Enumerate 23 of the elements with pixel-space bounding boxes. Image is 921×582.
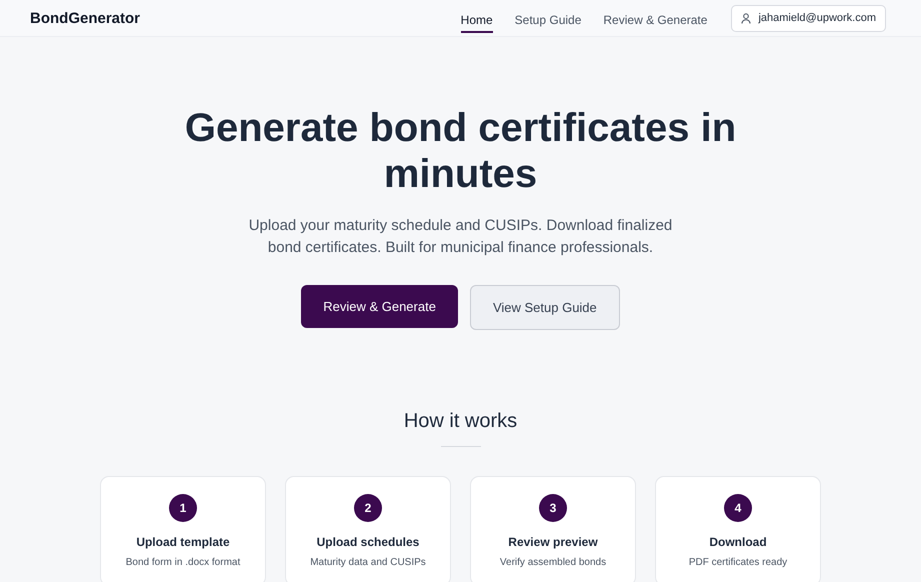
user-icon [741, 12, 752, 24]
step-title: Upload template [136, 535, 230, 549]
nav-link[interactable]: Review & Generate [603, 9, 708, 33]
step-description: Maturity data and CUSIPs [310, 557, 426, 568]
user-button[interactable]: jahamield@upwork.com [731, 4, 886, 32]
nav-link[interactable]: Setup Guide [514, 9, 582, 33]
review-generate-button[interactable]: Review & Generate [301, 285, 458, 328]
step-title: Download [709, 535, 767, 549]
step-title: Review preview [508, 535, 598, 549]
step-number: 4 [724, 494, 752, 522]
section-title: How it works [404, 410, 518, 433]
hero-subtitle: Upload your maturity schedule and CUSIPs. Download finalized bond certificates. Built for municipal finance professionals. [248, 216, 674, 258]
hero-title: Generate bond certificates in minutes [184, 105, 738, 197]
step-number: 2 [354, 494, 382, 522]
setup-guide-button[interactable]: View Setup Guide [470, 285, 620, 330]
step-number: 1 [169, 494, 197, 522]
step-title: Upload schedules [316, 535, 420, 549]
step-description: Bond form in .docx format [126, 557, 240, 568]
step-number: 3 [539, 494, 567, 522]
nav-link[interactable]: Home [460, 9, 493, 33]
step-description: PDF certificates ready [688, 557, 788, 568]
brand-logo[interactable]: BondGenerator [30, 10, 140, 26]
step-description: Verify assembled bonds [500, 557, 606, 568]
